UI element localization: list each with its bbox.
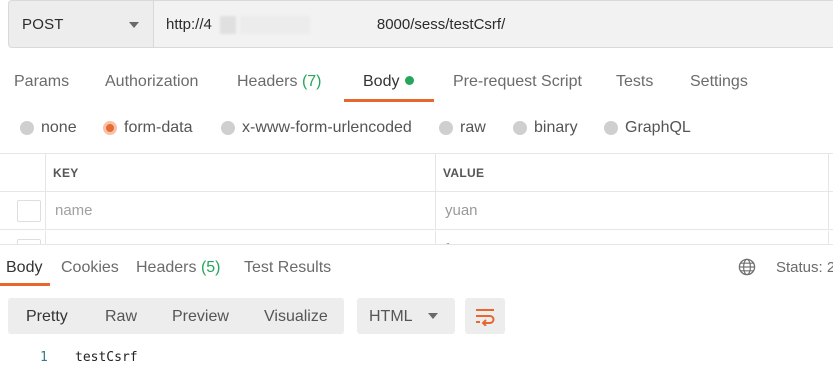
view-raw-button[interactable]: Raw [105, 308, 137, 326]
tab-authorization[interactable]: Authorization [105, 73, 198, 91]
format-select[interactable]: HTML [357, 298, 455, 334]
response-tabs: Body Cookies Headers (5) Test Results St… [0, 244, 833, 286]
view-preview-button[interactable]: Preview [172, 308, 229, 326]
view-mode-group: Pretty Raw Preview Visualize [8, 298, 344, 334]
radio-icon [439, 121, 453, 135]
tab-settings[interactable]: Settings [690, 73, 748, 91]
tab-label: Pre-request Script [453, 73, 582, 90]
table-row: f [0, 231, 833, 245]
radio-raw[interactable]: raw [439, 119, 486, 137]
header-count: (5) [200, 259, 221, 276]
tab-pre-request-script[interactable]: Pre-request Script [453, 73, 582, 91]
checkbox-icon[interactable] [17, 200, 41, 222]
active-response-tab-underline [0, 283, 50, 286]
code-line: testCsrf [75, 350, 138, 365]
tab-body[interactable]: Body [363, 73, 415, 91]
tab-label: Headers [136, 259, 197, 276]
tab-headers[interactable]: Headers (7) [237, 73, 322, 91]
tab-label: Body [6, 259, 43, 276]
key-column-header: KEY [46, 154, 436, 191]
tab-tests[interactable]: Tests [616, 73, 653, 91]
radio-icon [221, 121, 235, 135]
tab-label: Body [363, 73, 400, 90]
tab-label: Test Results [244, 259, 332, 276]
table-header-row: KEY VALUE [0, 154, 833, 192]
url-text: http://4 8000/sess/testCsrf/ [166, 15, 506, 33]
header-count: (7) [301, 73, 322, 90]
table-row: name yuan [0, 192, 833, 230]
response-tab-test-results[interactable]: Test Results [244, 259, 331, 277]
radio-icon [103, 121, 117, 135]
radio-form-data[interactable]: form-data [103, 119, 192, 137]
key-cell[interactable]: name [46, 192, 436, 229]
redacted-region [220, 16, 236, 34]
radio-graphql[interactable]: GraphQL [604, 119, 691, 137]
body-type-selector: none form-data x-www-form-urlencoded raw… [0, 112, 833, 144]
wrap-lines-icon [476, 309, 495, 326]
response-tab-cookies[interactable]: Cookies [61, 259, 119, 277]
radio-label: binary [534, 119, 578, 136]
body-indicator-dot [405, 76, 415, 85]
row-check-cell [0, 192, 46, 229]
radio-label: x-www-form-urlencoded [242, 119, 412, 136]
radio-binary[interactable]: binary [513, 119, 578, 137]
response-body-editor[interactable]: 1 testCsrf [0, 348, 833, 370]
format-label: HTML [369, 308, 413, 325]
response-tab-headers[interactable]: Headers (5) [136, 259, 221, 277]
tab-label: Tests [616, 73, 654, 90]
method-label: POST [22, 15, 64, 33]
method-select[interactable]: POST [8, 0, 153, 48]
tab-label: Settings [690, 73, 748, 90]
value-cell[interactable]: f [436, 231, 829, 245]
chevron-down-icon [129, 22, 139, 28]
view-pretty-button[interactable]: Pretty [26, 308, 68, 326]
radio-label: GraphQL [625, 119, 691, 136]
radio-icon [513, 121, 527, 135]
radio-none[interactable]: none [20, 119, 77, 137]
url-input[interactable]: http://4 8000/sess/testCsrf/ [153, 0, 833, 48]
radio-icon [20, 121, 34, 135]
key-header-label: KEY [53, 166, 79, 180]
chevron-down-icon [428, 313, 438, 319]
tab-params[interactable]: Params [14, 73, 69, 91]
key-text: name [55, 202, 93, 219]
active-tab-underline [344, 99, 434, 102]
tab-label: Cookies [61, 259, 119, 276]
radio-label: form-data [124, 119, 193, 136]
value-header-label: VALUE [443, 166, 485, 180]
row-check-cell [0, 231, 46, 245]
table-check-column [0, 154, 46, 191]
form-data-table: KEY VALUE name yuan f [0, 153, 833, 245]
view-visualize-button[interactable]: Visualize [264, 308, 328, 326]
response-tab-body[interactable]: Body [6, 259, 42, 277]
radio-label: none [41, 119, 77, 136]
value-text: yuan [445, 202, 478, 219]
tab-label: Params [14, 73, 70, 90]
globe-icon[interactable] [738, 258, 756, 276]
response-status: Status: 2 [776, 259, 833, 276]
radio-icon [604, 121, 618, 135]
wrap-lines-button[interactable] [465, 298, 505, 334]
key-cell[interactable] [46, 231, 436, 245]
value-cell[interactable]: yuan [436, 192, 829, 229]
tab-label: Authorization [105, 73, 199, 90]
radio-label: raw [460, 119, 486, 136]
request-url-bar: POST http://4 8000/sess/testCsrf/ [8, 0, 833, 48]
redacted-region [240, 16, 310, 34]
value-column-header: VALUE [436, 154, 829, 191]
request-tabs: Params Authorization Headers (7) Body Pr… [0, 60, 833, 104]
radio-x-www-form-urlencoded[interactable]: x-www-form-urlencoded [221, 119, 412, 137]
tab-label: Headers [237, 73, 298, 90]
line-number: 1 [40, 350, 48, 365]
